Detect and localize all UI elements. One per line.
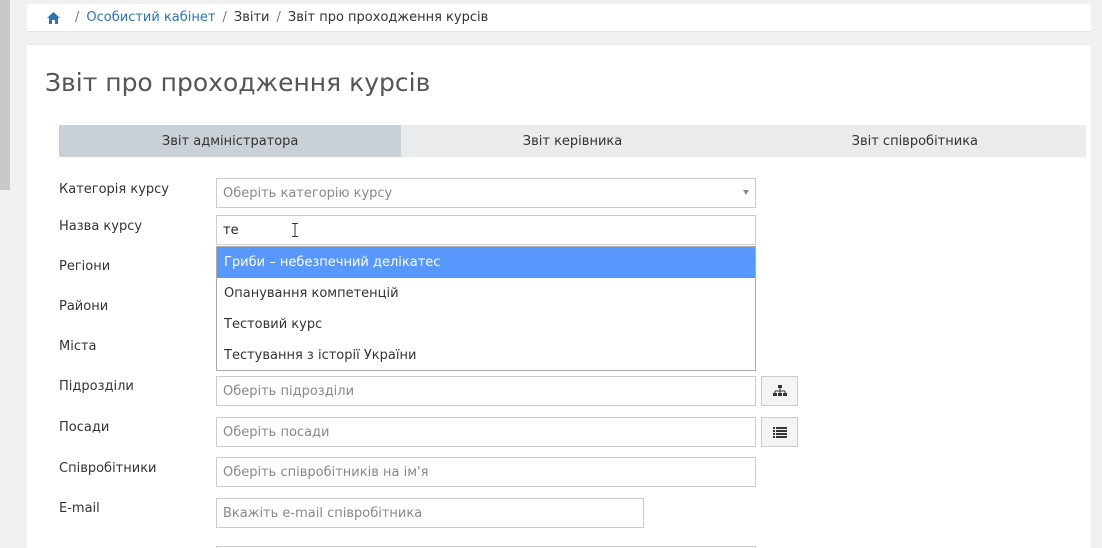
- course-name-value: те: [223, 222, 239, 238]
- employees-input[interactable]: Оберіть співробітників на ім'я: [216, 457, 756, 487]
- course-suggestions-dropdown: Гриби – небезпечний делікатес Опанування…: [216, 246, 756, 371]
- positions-placeholder: Оберіть посади: [223, 424, 330, 440]
- chevron-down-icon: [743, 190, 749, 195]
- tab-admin-report[interactable]: Звіт адміністратора: [59, 125, 402, 157]
- email-placeholder: Вкажіть e-mail співробітника: [223, 505, 423, 521]
- suggestion-item[interactable]: Гриби – небезпечний делікатес: [217, 247, 755, 278]
- list-icon: [772, 426, 787, 438]
- subdivisions-placeholder: Оберіть підрозділи: [223, 383, 355, 399]
- subdivisions-tree-button[interactable]: [761, 376, 798, 406]
- employees-placeholder: Оберіть співробітників на ім'я: [223, 464, 429, 480]
- breadcrumb-current: Звіт про проходження курсів: [287, 10, 489, 25]
- employees-label: Співробітники: [59, 461, 157, 476]
- course-name-label: Назва курсу: [59, 219, 143, 234]
- suggestion-item[interactable]: Опанування компетенцій: [217, 278, 755, 309]
- breadcrumb-separator: /: [222, 10, 227, 25]
- sitemap-icon: [772, 385, 787, 396]
- subdivisions-label: Підрозділи: [59, 379, 134, 394]
- positions-label: Посади: [59, 420, 110, 435]
- tab-manager-report[interactable]: Звіт керівника: [401, 125, 743, 157]
- category-placeholder: Оберіть категорію курсу: [223, 185, 393, 201]
- breadcrumb-cabinet-link[interactable]: Особистий кабінет: [86, 10, 215, 25]
- category-label: Категорія курсу: [59, 182, 170, 197]
- home-icon[interactable]: [47, 11, 60, 24]
- report-tabs: Звіт адміністратора Звіт керівника Звіт …: [59, 125, 1086, 157]
- window-scrollbar[interactable]: [0, 0, 10, 190]
- districts-label: Райони: [59, 299, 109, 314]
- breadcrumb-reports[interactable]: Звіти: [234, 10, 270, 25]
- report-card: Звіт про проходження курсів Звіт адмініс…: [27, 44, 1091, 548]
- subdivisions-input[interactable]: Оберіть підрозділи: [216, 376, 756, 406]
- suggestion-item[interactable]: Тестування з історії України: [217, 340, 755, 371]
- cities-label: Міста: [59, 339, 97, 354]
- breadcrumb-separator: /: [75, 10, 80, 25]
- tab-employee-report[interactable]: Звіт співробітника: [744, 125, 1086, 157]
- category-select[interactable]: Оберіть категорію курсу: [216, 178, 756, 208]
- page-title: Звіт про проходження курсів: [45, 68, 431, 97]
- breadcrumb: / Особистий кабінет / Звіти / Звіт про п…: [27, 4, 1091, 32]
- email-input[interactable]: Вкажіть e-mail співробітника: [216, 498, 644, 528]
- suggestion-item[interactable]: Тестовий курс: [217, 309, 755, 340]
- text-cursor-icon: [292, 223, 298, 237]
- regions-label: Регіони: [59, 259, 111, 274]
- email-label: E-mail: [59, 501, 100, 516]
- positions-input[interactable]: Оберіть посади: [216, 417, 756, 447]
- positions-list-button[interactable]: [761, 417, 798, 447]
- breadcrumb-separator: /: [276, 10, 281, 25]
- course-name-input[interactable]: те: [216, 215, 756, 245]
